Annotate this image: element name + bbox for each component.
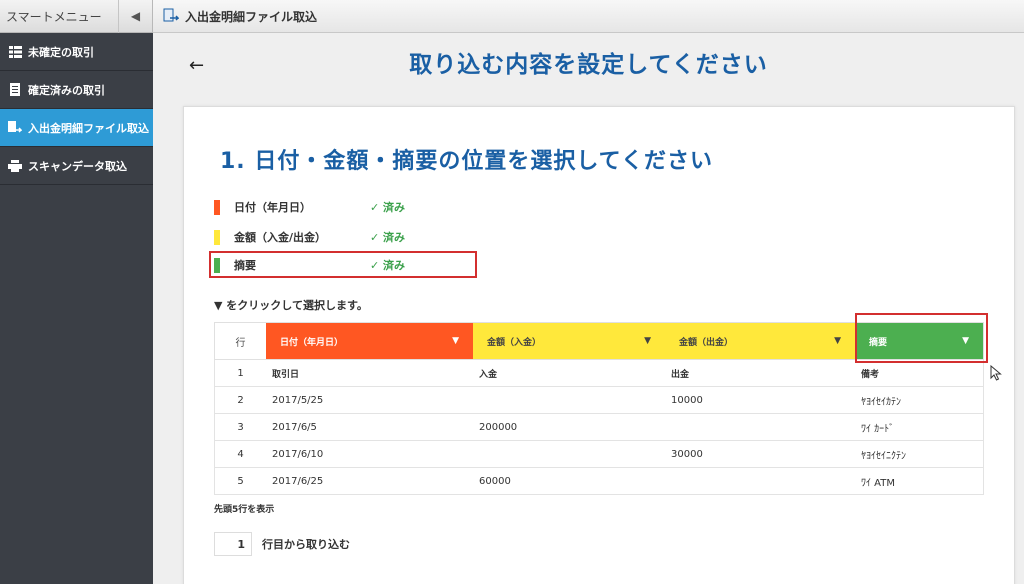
caret-down-icon[interactable]: ▼: [452, 336, 459, 346]
cell-expense: 30000: [671, 448, 703, 460]
topbar-title: 入出金明細ファイル取込: [185, 9, 318, 24]
column-label: 金額（出金）: [679, 337, 734, 348]
shown-rows-text: 先頭5行を表示: [214, 505, 275, 515]
sidebar-item-label: スキャンデータ取込: [28, 159, 127, 173]
column-select-date[interactable]: 日付（年月日） ▼: [266, 323, 473, 359]
start-row: 1 行目から取り込む: [214, 532, 350, 556]
table-row: 1 取引日 入金 出金 備考: [214, 360, 984, 387]
sidebar-item-confirmed[interactable]: 確定済みの取引: [0, 71, 153, 109]
cell-expense: [665, 414, 855, 440]
cell-income: 200000: [479, 421, 518, 433]
cell-summary: ﾜｲ ｶｰﾄﾞ: [861, 423, 895, 435]
sidebar: スマートメニュー ◀ 未確定の取引 確定済みの取引 入出金明細ファイル取込 スキ…: [0, 0, 153, 584]
row-number: 2: [237, 394, 244, 406]
caret-down-icon[interactable]: ▼: [644, 336, 651, 346]
file-import-icon: [163, 8, 180, 24]
table-row: 2 2017/5/25 10000 ﾔﾖｲｾｲｶﾃﾝ: [214, 387, 984, 414]
sidebar-header: スマートメニュー ◀: [0, 0, 153, 33]
file-import-icon: [8, 120, 22, 135]
sidebar-item-label: 入出金明細ファイル取込: [28, 121, 149, 135]
cell-summary: ﾔﾖｲｾｲｶﾃﾝ: [861, 396, 901, 408]
sidebar-item-unconfirmed[interactable]: 未確定の取引: [0, 33, 153, 71]
legend-swatch: [214, 199, 220, 215]
column-select-income[interactable]: 金額（入金） ▼: [473, 323, 665, 359]
cell-date: 2017/5/25: [272, 394, 324, 406]
legend-status: ✓ 済み: [370, 201, 406, 214]
start-row-input[interactable]: 1: [214, 532, 252, 556]
chevron-left-icon[interactable]: ◀: [118, 0, 152, 33]
cell-expense: 出金: [671, 369, 690, 380]
row-number: 5: [237, 475, 244, 487]
document-icon: [8, 83, 22, 97]
cell-date: 2017/6/10: [272, 448, 324, 460]
scanner-icon: [8, 159, 22, 173]
cell-income: 60000: [479, 475, 511, 487]
sidebar-item-label: 未確定の取引: [28, 45, 94, 59]
cell-summary: ﾔﾖｲｾｲﾆｸﾃﾝ: [861, 450, 906, 462]
settings-card: 1. 日付・金額・摘要の位置を選択してください 日付（年月日） ✓ 済み 金額（…: [183, 106, 1015, 584]
topbar: 入出金明細ファイル取込: [153, 0, 1024, 33]
cell-date: 2017/6/5: [272, 421, 317, 433]
cell-summary: ﾜｲ ATM: [861, 477, 895, 489]
caret-down-icon[interactable]: ▼: [834, 336, 841, 346]
legend-label: 日付（年月日）: [234, 201, 311, 214]
cell-date: 取引日: [272, 369, 300, 380]
sidebar-item-label: 確定済みの取引: [28, 83, 105, 97]
table-row: 3 2017/6/5 200000 ﾜｲ ｶｰﾄﾞ: [214, 414, 984, 441]
column-select-expense[interactable]: 金額（出金） ▼: [665, 323, 855, 359]
sidebar-item-file-import[interactable]: 入出金明細ファイル取込: [0, 109, 153, 147]
legend-date: 日付（年月日） ✓ 済み: [214, 195, 405, 219]
sidebar-title: スマートメニュー: [6, 9, 102, 24]
legend-status: ✓ 済み: [370, 231, 406, 244]
cell-expense: [665, 468, 855, 494]
hint-text: ▼ をクリックして選択します。: [214, 299, 368, 312]
column-label: 日付（年月日）: [280, 337, 344, 348]
highlight-box: [209, 251, 477, 278]
table-row: 4 2017/6/10 30000 ﾔﾖｲｾｲﾆｸﾃﾝ: [214, 441, 984, 468]
highlight-box: [855, 313, 988, 363]
legend-amount: 金額（入金/出金） ✓ 済み: [214, 225, 405, 249]
table-row: 5 2017/6/25 60000 ﾜｲ ATM: [214, 468, 984, 495]
row-number: 4: [237, 448, 244, 460]
cell-expense: 10000: [671, 394, 703, 406]
main-content: ← 取り込む内容を設定してください 1. 日付・金額・摘要の位置を選択してくださ…: [153, 33, 1024, 584]
row-header: 行: [215, 323, 266, 359]
cell-date: 2017/6/25: [272, 475, 324, 487]
sidebar-item-scan-import[interactable]: スキャンデータ取込: [0, 147, 153, 185]
cell-income: [473, 387, 665, 413]
list-icon: [8, 45, 22, 59]
cell-summary: 備考: [861, 369, 880, 380]
start-row-label: 行目から取り込む: [262, 538, 350, 551]
legend-label: 金額（入金/出金）: [234, 231, 327, 244]
row-number: 3: [237, 421, 244, 433]
column-label: 金額（入金）: [487, 337, 542, 348]
row-number: 1: [237, 367, 244, 379]
legend-swatch: [214, 229, 220, 245]
page-title: 取り込む内容を設定してください: [409, 52, 768, 78]
mouse-cursor-icon: [990, 365, 1002, 381]
cell-income: [473, 441, 665, 467]
cell-income: 入金: [479, 369, 498, 380]
step-title: 1. 日付・金額・摘要の位置を選択してください: [220, 149, 714, 174]
